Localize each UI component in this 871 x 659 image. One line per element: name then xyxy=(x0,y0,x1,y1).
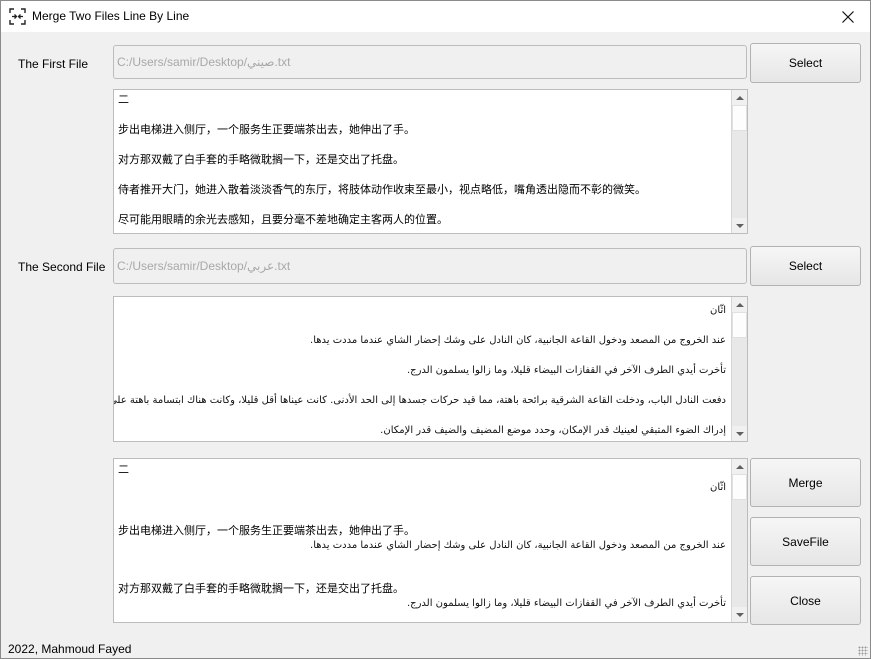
window-title: Merge Two Files Line By Line xyxy=(32,9,190,23)
scroll-thumb[interactable] xyxy=(732,474,747,500)
merged-line: 步出电梯进入侧厅，一个服务生正要端茶出去，她伸出了手。 xyxy=(118,524,415,537)
scroll-down-button[interactable] xyxy=(732,218,747,233)
merged-line: تأخرت أيدي الطرف الآخر في القفازات البيض… xyxy=(406,598,726,609)
first-file-label: The First File xyxy=(18,57,89,71)
scroll-down-button[interactable] xyxy=(732,426,747,441)
arrow-up-icon xyxy=(735,302,744,307)
close-button[interactable]: Close xyxy=(750,576,861,625)
first-file-content: 二 步出电梯进入侧厅，一个服务生正要端茶出去，她伸出了手。 对方那双戴了白手套的… xyxy=(114,90,730,233)
second-file-content: اثّان عند الخروج من المصعد ودخول القاعة … xyxy=(114,297,730,441)
merged-line xyxy=(118,553,726,567)
arrow-up-icon xyxy=(735,464,744,469)
title-bar: Merge Two Files Line By Line xyxy=(1,1,870,32)
merge-arrows-icon xyxy=(9,8,26,25)
second-file-select-button[interactable]: Select xyxy=(750,246,861,286)
arrow-down-icon xyxy=(735,612,744,617)
scroll-up-button[interactable] xyxy=(732,459,747,474)
arrow-down-icon xyxy=(735,223,744,228)
close-icon xyxy=(842,10,854,23)
merge-button[interactable]: Merge xyxy=(750,458,861,507)
first-file-line: 二 xyxy=(118,93,129,106)
scroll-thumb[interactable] xyxy=(732,105,747,131)
merged-output-scrollbar[interactable] xyxy=(731,459,747,622)
save-file-button[interactable]: SaveFile xyxy=(750,517,861,566)
merged-line: عند الخروج من المصعد ودخول القاعة الجانب… xyxy=(310,540,726,551)
second-file-scrollbar[interactable] xyxy=(731,297,747,441)
first-file-scrollbar[interactable] xyxy=(731,90,747,233)
merged-line: 对方那双戴了白手套的手略微耽搁一下，还是交出了托盘。 xyxy=(118,582,404,595)
first-file-textbox[interactable]: 二 步出电梯进入侧厅，一个服务生正要端茶出去，她伸出了手。 对方那双戴了白手套的… xyxy=(113,89,748,234)
second-file-label: The Second File xyxy=(18,260,106,274)
second-file-line: دفعت النادل الباب، ودخلت القاعة الشرقية … xyxy=(114,395,726,406)
second-file-line: إدراك الضوء المتبقي لعينيك قدر الإمكان، … xyxy=(380,425,726,436)
first-file-path-field[interactable]: C:/Users/samir/Desktop/صيني.txt xyxy=(113,45,747,79)
window-close-button[interactable] xyxy=(830,1,866,32)
second-file-path-field[interactable]: C:/Users/samir/Desktop/عربي.txt xyxy=(113,248,747,284)
second-file-line: اثّان xyxy=(710,305,726,316)
main-window: Merge Two Files Line By Line The First F… xyxy=(0,0,871,659)
merged-line: اثّان xyxy=(710,482,726,493)
first-file-line: 侍者推开大门，她进入散着淡淡香气的东厅，将肢体动作收束至最小，视点略低，嘴角透出… xyxy=(118,183,646,196)
merged-content: 二 اثّان 步出电梯进入侧厅，一个服务生正要端茶出去，她伸出了手。 عند … xyxy=(114,459,730,622)
scroll-thumb[interactable] xyxy=(732,312,747,338)
first-file-select-button[interactable]: Select xyxy=(750,43,861,83)
second-file-line: عند الخروج من المصعد ودخول القاعة الجانب… xyxy=(310,335,726,346)
scroll-down-button[interactable] xyxy=(732,607,747,622)
scroll-up-button[interactable] xyxy=(732,90,747,105)
first-file-line: 对方那双戴了白手套的手略微耽搁一下，还是交出了托盘。 xyxy=(118,153,404,166)
first-file-line: 尽可能用眼睛的余光去感知，且要分毫不差地确定主客两人的位置。 xyxy=(118,213,448,226)
footer-credit: 2022, Mahmoud Fayed xyxy=(8,642,132,656)
first-file-path: C:/Users/samir/Desktop/صيني.txt xyxy=(117,55,291,69)
merged-line xyxy=(118,567,726,581)
second-file-line: تأخرت أيدي الطرف الآخر في القفازات البيض… xyxy=(406,365,726,376)
merged-output-textbox[interactable]: 二 اثّان 步出电梯进入侧厅，一个服务生正要端茶出去，她伸出了手。 عند … xyxy=(113,458,748,623)
first-file-line: 步出电梯进入侧厅，一个服务生正要端茶出去，她伸出了手。 xyxy=(118,123,415,136)
scroll-up-button[interactable] xyxy=(732,297,747,312)
arrow-up-icon xyxy=(735,95,744,100)
resize-grip[interactable] xyxy=(858,646,868,656)
arrow-down-icon xyxy=(735,431,744,436)
second-file-textbox[interactable]: اثّان عند الخروج من المصعد ودخول القاعة … xyxy=(113,296,748,442)
second-file-path: C:/Users/samir/Desktop/عربي.txt xyxy=(117,259,291,273)
merged-line xyxy=(118,495,726,510)
merged-line: 二 xyxy=(118,463,129,476)
